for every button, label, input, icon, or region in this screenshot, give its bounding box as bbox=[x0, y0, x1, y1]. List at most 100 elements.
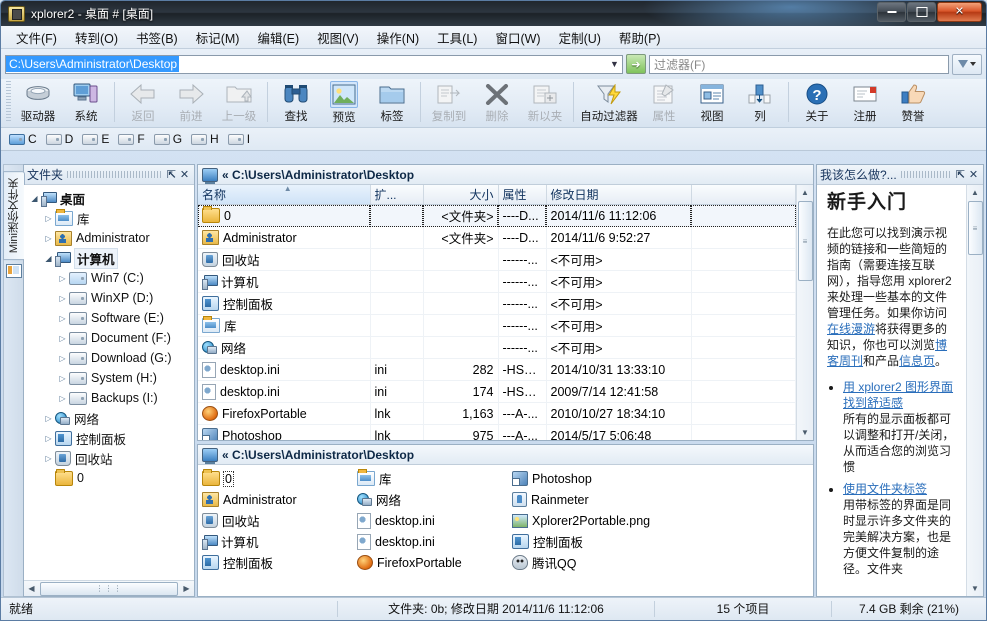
column-header-name[interactable]: 名称 ▲ bbox=[198, 185, 371, 205]
menu-item-goto[interactable]: 转到(O) bbox=[66, 26, 127, 49]
scroll-thumb[interactable]: ≡ bbox=[797, 201, 813, 281]
menu-item-bookmarks[interactable]: 书签(B) bbox=[127, 26, 187, 49]
list-item[interactable]: desktop.ini bbox=[357, 510, 512, 531]
tree-node[interactable]: ▷ Administrator bbox=[24, 228, 194, 248]
chevron-down-icon[interactable]: ◢ bbox=[42, 254, 55, 263]
drive-button-f[interactable]: F bbox=[116, 132, 149, 146]
toolbar-button-copy-to[interactable]: 复制到 bbox=[425, 79, 473, 125]
drag-dots[interactable] bbox=[67, 171, 161, 178]
toolbar-button-preview[interactable]: 预览 bbox=[320, 79, 368, 125]
list-item[interactable]: Administrator bbox=[202, 489, 357, 510]
scroll-right-icon[interactable]: ▶ bbox=[179, 584, 194, 593]
chevron-right-icon[interactable]: ▷ bbox=[56, 314, 69, 323]
tree-node[interactable]: 0 bbox=[24, 468, 194, 488]
toolbar-button-find[interactable]: 查找 bbox=[272, 79, 320, 125]
table-row[interactable]: 控制面板 ------... <不可用> bbox=[198, 292, 796, 315]
chevron-right-icon[interactable]: ▷ bbox=[42, 434, 55, 443]
scroll-thumb[interactable]: ⋮⋮⋮ bbox=[40, 581, 178, 596]
tree-node[interactable]: ▷ System (H:) bbox=[24, 368, 194, 388]
table-row[interactable]: 计算机 ------... <不可用> bbox=[198, 270, 796, 293]
pin-icon[interactable]: ⇱ bbox=[165, 168, 178, 181]
tree-node[interactable]: ◢ 计算机 bbox=[24, 247, 194, 269]
address-input[interactable]: C:\Users\Administrator\Desktop ▼ bbox=[5, 54, 623, 74]
list-item[interactable]: Xplorer2Portable.png bbox=[512, 510, 667, 531]
toolbar-button-back[interactable]: 返回 bbox=[119, 79, 167, 125]
toolbar-button-register[interactable]: 注册 bbox=[841, 79, 889, 125]
tree-hscrollbar[interactable]: ◀ ⋮⋮⋮ ▶ bbox=[24, 580, 194, 596]
list-item[interactable]: Photoshop bbox=[512, 468, 667, 489]
menu-item-window[interactable]: 窗口(W) bbox=[486, 26, 549, 49]
toolbar-button-tabs[interactable]: 标签 bbox=[368, 79, 416, 125]
list-item[interactable]: FirefoxPortable bbox=[357, 552, 512, 573]
list-item[interactable]: 腾讯QQ bbox=[512, 552, 667, 573]
link-online-tour[interactable]: 在线漫游 bbox=[827, 322, 875, 336]
close-icon[interactable]: ✕ bbox=[178, 168, 191, 181]
folder-tree[interactable]: ◢ 桌面 ▷ 库 ▷ Administrator ◢ 计算机 ▷ Win7 (C:) ▷ WinXP … bbox=[24, 185, 194, 580]
link-gui-comfort[interactable]: 用 xplorer2 图形界面找到舒适感 bbox=[843, 380, 953, 410]
list-item[interactable]: Rainmeter bbox=[512, 489, 667, 510]
toolbar-button-columns[interactable]: 列 bbox=[736, 79, 784, 125]
tree-node[interactable]: ▷ Download (G:) bbox=[24, 348, 194, 368]
drive-button-h[interactable]: H bbox=[189, 132, 224, 146]
toolbar-button-forward[interactable]: 前进 bbox=[167, 79, 215, 125]
scroll-up-icon[interactable]: ▲ bbox=[801, 185, 809, 200]
table-row[interactable]: Photoshop lnk 975 ---A-... 2014/5/17 5:06:48 bbox=[198, 424, 796, 440]
chevron-right-icon[interactable]: ▷ bbox=[56, 374, 69, 383]
close-icon[interactable]: ✕ bbox=[967, 168, 980, 181]
menu-item-mark[interactable]: 标记(M) bbox=[187, 26, 249, 49]
filter-options-button[interactable] bbox=[952, 53, 982, 75]
tree-node[interactable]: ▷ Document (F:) bbox=[24, 328, 194, 348]
column-header-attr[interactable]: 属性 bbox=[498, 185, 547, 205]
table-row[interactable]: desktop.ini ini 174 -HSA... 2009/7/14 12:41:… bbox=[198, 380, 796, 403]
list-item[interactable]: 网络 bbox=[357, 489, 512, 510]
chevron-right-icon[interactable]: ▷ bbox=[42, 414, 55, 423]
minimize-button[interactable] bbox=[877, 2, 906, 22]
tree-node[interactable]: ▷ Backups (I:) bbox=[24, 388, 194, 408]
scroll-track[interactable] bbox=[797, 282, 813, 425]
tree-node[interactable]: ▷ Win7 (C:) bbox=[24, 268, 194, 288]
scroll-track[interactable] bbox=[967, 256, 983, 581]
scroll-thumb[interactable]: ≡ bbox=[967, 201, 983, 255]
toolbar-grip[interactable] bbox=[6, 81, 11, 123]
tree-node[interactable]: ▷ WinXP (D:) bbox=[24, 288, 194, 308]
toolbar-button-new-folder[interactable]: 新以夹 bbox=[521, 79, 569, 125]
menu-item-view[interactable]: 视图(V) bbox=[308, 26, 368, 49]
list-item[interactable]: 回收站 bbox=[202, 510, 357, 531]
second-pane-columns[interactable]: 0 Administrator 回收站 计算机 控制面板库网络 desktop.ini de… bbox=[198, 465, 813, 596]
toolbar-button-delete[interactable]: 删除 bbox=[473, 79, 521, 125]
chevron-right-icon[interactable]: ▷ bbox=[56, 354, 69, 363]
chevron-right-icon[interactable]: ▷ bbox=[56, 334, 69, 343]
tree-node[interactable]: ◢ 桌面 bbox=[24, 188, 194, 208]
link-info-page[interactable]: 信息页 bbox=[899, 354, 935, 368]
filter-input[interactable]: 过滤器(F) bbox=[649, 54, 949, 74]
list-item[interactable]: 0 bbox=[202, 468, 357, 489]
menu-item-customize[interactable]: 定制(U) bbox=[550, 26, 610, 49]
link-folder-tabs[interactable]: 使用文件夹标签 bbox=[843, 482, 927, 496]
file-list-vscrollbar[interactable]: ▲ ≡ ▼ bbox=[796, 185, 813, 440]
toolbar-button-praise[interactable]: 赞誉 bbox=[889, 79, 937, 125]
chevron-right-icon[interactable]: ▷ bbox=[56, 394, 69, 403]
second-pane-tab[interactable]: « C:\Users\Administrator\Desktop bbox=[198, 445, 813, 465]
tree-node[interactable]: ▷ 控制面板 bbox=[24, 428, 194, 448]
tree-node[interactable]: ▷ 网络 bbox=[24, 408, 194, 428]
help-vscrollbar[interactable]: ▲ ≡ ▼ bbox=[966, 185, 983, 596]
table-row[interactable]: FirefoxPortable lnk 1,163 ---A-... 2010/10/2… bbox=[198, 402, 796, 425]
drive-button-c[interactable]: C bbox=[7, 132, 42, 146]
table-row[interactable]: Administrator <文件夹> ----D... 2014/11/6 9:52… bbox=[198, 226, 796, 249]
close-button[interactable]: ✕ bbox=[937, 2, 982, 22]
toolbar-button-view[interactable]: 视图 bbox=[688, 79, 736, 125]
chevron-right-icon[interactable]: ▷ bbox=[56, 274, 69, 283]
column-header-date[interactable]: 修改日期 bbox=[546, 185, 692, 205]
table-row[interactable]: 0 <文件夹> ----D... 2014/11/6 11:12:06 bbox=[198, 204, 796, 227]
column-header-blank[interactable] bbox=[691, 185, 796, 205]
table-row[interactable]: 网络 ------... <不可用> bbox=[198, 336, 796, 359]
list-item[interactable]: 控制面板 bbox=[512, 531, 667, 552]
column-header-size[interactable]: 大小 bbox=[423, 185, 499, 205]
chevron-right-icon[interactable]: ▷ bbox=[42, 214, 55, 223]
toolbar-button-auto-filter[interactable]: 自动过滤器 bbox=[578, 79, 640, 125]
pin-icon[interactable]: ⇱ bbox=[954, 168, 967, 181]
drag-dots[interactable] bbox=[900, 171, 950, 178]
address-dropdown-icon[interactable]: ▼ bbox=[607, 59, 622, 69]
title-bar[interactable]: xplorer2 - 桌面 # [桌面] ✕ bbox=[1, 1, 986, 26]
menu-item-tools[interactable]: 工具(L) bbox=[428, 26, 486, 49]
